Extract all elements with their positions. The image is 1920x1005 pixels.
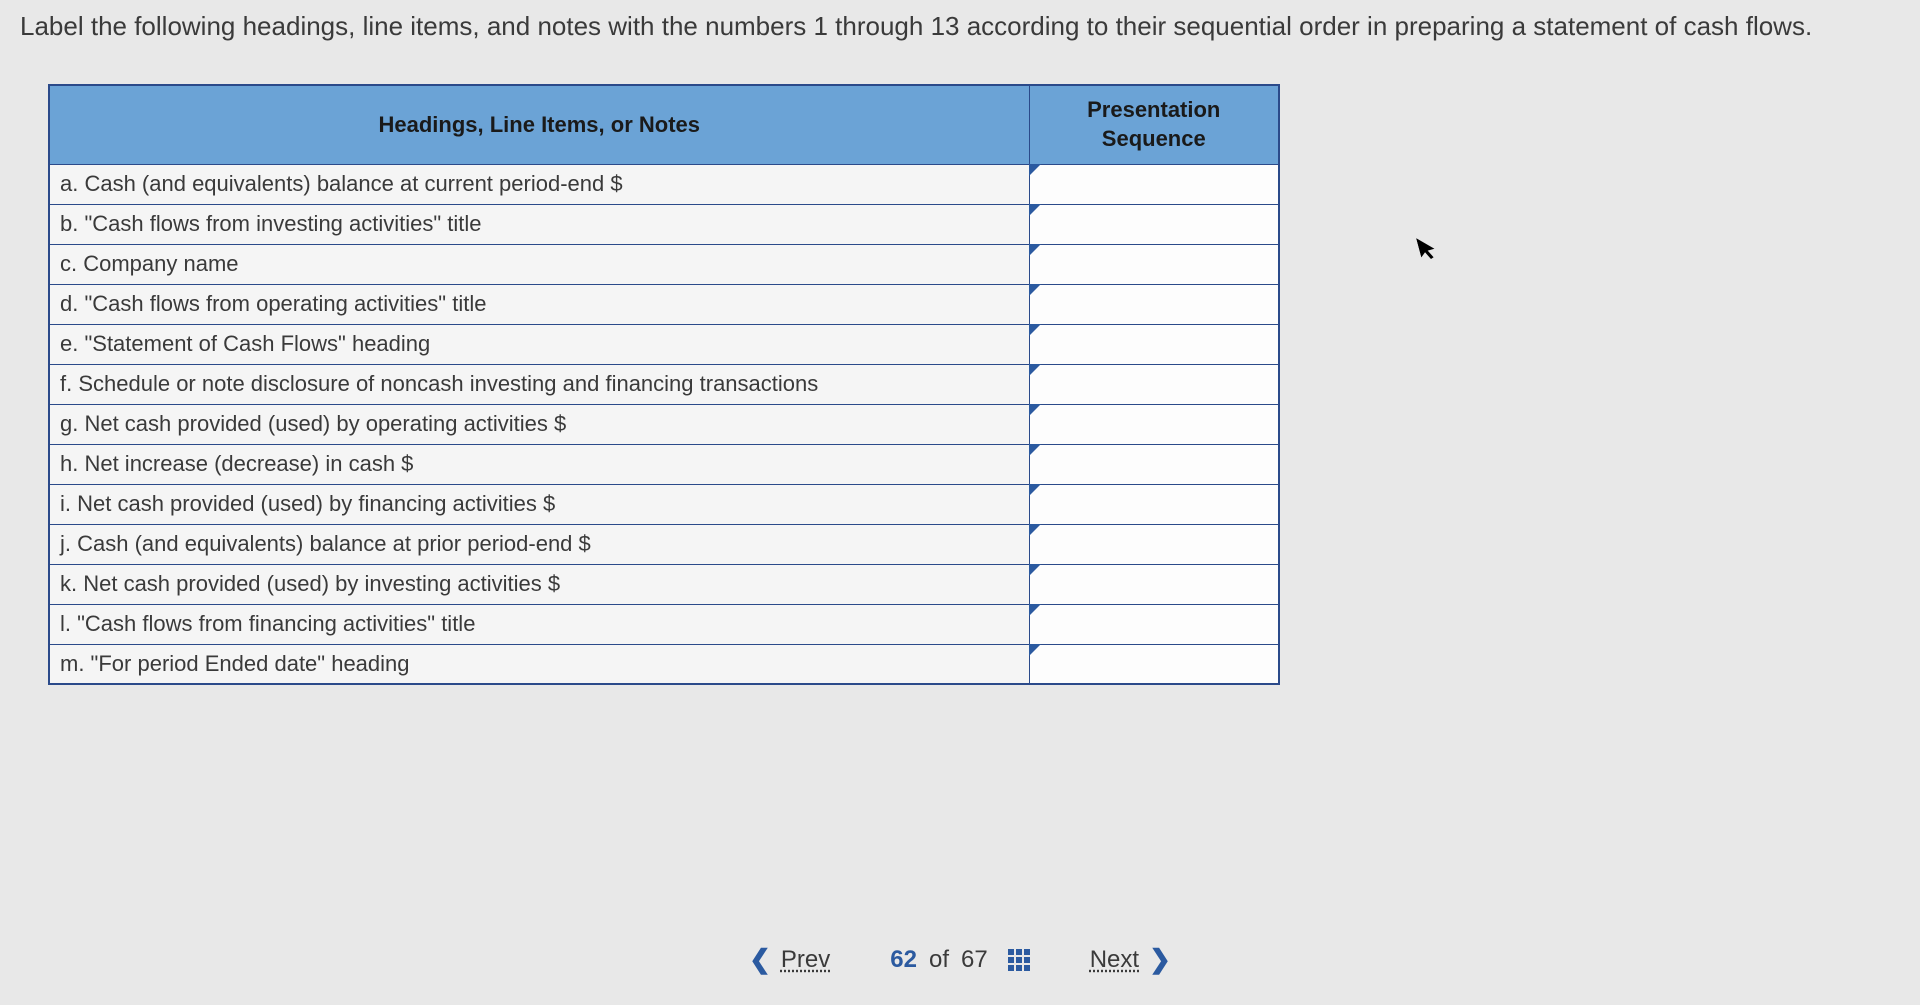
of-label: of xyxy=(929,946,949,974)
sequence-input[interactable] xyxy=(1030,365,1279,404)
sequence-cell[interactable] xyxy=(1029,604,1279,644)
table-row: l. "Cash flows from financing activities… xyxy=(49,604,1279,644)
sequence-cell[interactable] xyxy=(1029,164,1279,204)
total-pages: 67 xyxy=(961,946,988,974)
sequence-cell[interactable] xyxy=(1029,244,1279,284)
table-row: b. "Cash flows from investing activities… xyxy=(49,204,1279,244)
table-row: h. Net increase (decrease) in cash $ xyxy=(49,444,1279,484)
table-row: c. Company name xyxy=(49,244,1279,284)
table-row: d. "Cash flows from operating activities… xyxy=(49,284,1279,324)
sequence-input[interactable] xyxy=(1030,445,1279,484)
sequence-input[interactable] xyxy=(1030,645,1279,684)
row-label: j. Cash (and equivalents) balance at pri… xyxy=(49,524,1029,564)
sequence-table: Headings, Line Items, or Notes Presentat… xyxy=(48,84,1280,685)
sequence-cell[interactable] xyxy=(1029,444,1279,484)
sequence-cell[interactable] xyxy=(1029,564,1279,604)
row-label: d. "Cash flows from operating activities… xyxy=(49,284,1029,324)
page-indicator: 62 of 67 xyxy=(890,946,1029,974)
dropdown-indicator-icon xyxy=(1029,164,1041,176)
row-label: l. "Cash flows from financing activities… xyxy=(49,604,1029,644)
dropdown-indicator-icon xyxy=(1029,564,1041,576)
sequence-cell[interactable] xyxy=(1029,204,1279,244)
dropdown-indicator-icon xyxy=(1029,524,1041,536)
dropdown-indicator-icon xyxy=(1029,364,1041,376)
header-headings: Headings, Line Items, or Notes xyxy=(49,85,1029,164)
table-row: m. "For period Ended date" heading xyxy=(49,644,1279,684)
table-row: g. Net cash provided (used) by operating… xyxy=(49,404,1279,444)
dropdown-indicator-icon xyxy=(1029,204,1041,216)
sequence-cell[interactable] xyxy=(1029,404,1279,444)
sequence-cell[interactable] xyxy=(1029,484,1279,524)
sequence-input[interactable] xyxy=(1030,485,1279,524)
table-row: i. Net cash provided (used) by financing… xyxy=(49,484,1279,524)
prev-label: Prev xyxy=(781,946,830,974)
current-page: 62 xyxy=(890,946,917,974)
sequence-input[interactable] xyxy=(1030,605,1279,644)
table-row: k. Net cash provided (used) by investing… xyxy=(49,564,1279,604)
sequence-input[interactable] xyxy=(1030,285,1279,324)
table-row: e. "Statement of Cash Flows" heading xyxy=(49,324,1279,364)
row-label: h. Net increase (decrease) in cash $ xyxy=(49,444,1029,484)
dropdown-indicator-icon xyxy=(1029,644,1041,656)
table-row: j. Cash (and equivalents) balance at pri… xyxy=(49,524,1279,564)
row-label: m. "For period Ended date" heading xyxy=(49,644,1029,684)
sequence-cell[interactable] xyxy=(1029,524,1279,564)
row-label: f. Schedule or note disclosure of noncas… xyxy=(49,364,1029,404)
dropdown-indicator-icon xyxy=(1029,284,1041,296)
grid-icon[interactable] xyxy=(1008,949,1030,971)
sequence-input[interactable] xyxy=(1030,205,1279,244)
sequence-cell[interactable] xyxy=(1029,284,1279,324)
sequence-cell[interactable] xyxy=(1029,644,1279,684)
sequence-cell[interactable] xyxy=(1029,324,1279,364)
sequence-input[interactable] xyxy=(1030,245,1279,284)
row-label: b. "Cash flows from investing activities… xyxy=(49,204,1029,244)
table-row: f. Schedule or note disclosure of noncas… xyxy=(49,364,1279,404)
table-container: Headings, Line Items, or Notes Presentat… xyxy=(48,84,1920,685)
row-label: g. Net cash provided (used) by operating… xyxy=(49,404,1029,444)
sequence-input[interactable] xyxy=(1030,165,1279,204)
prev-button[interactable]: ❮ Prev xyxy=(749,944,830,975)
chevron-left-icon: ❮ xyxy=(749,944,771,975)
navigation-bar: ❮ Prev 62 of 67 Next ❯ xyxy=(0,944,1920,975)
instruction-text: Label the following headings, line items… xyxy=(0,0,1920,44)
dropdown-indicator-icon xyxy=(1029,324,1041,336)
sequence-input[interactable] xyxy=(1030,325,1279,364)
row-label: a. Cash (and equivalents) balance at cur… xyxy=(49,164,1029,204)
row-label: k. Net cash provided (used) by investing… xyxy=(49,564,1029,604)
dropdown-indicator-icon xyxy=(1029,404,1041,416)
sequence-input[interactable] xyxy=(1030,565,1279,604)
sequence-input[interactable] xyxy=(1030,525,1279,564)
dropdown-indicator-icon xyxy=(1029,244,1041,256)
dropdown-indicator-icon xyxy=(1029,484,1041,496)
sequence-cell[interactable] xyxy=(1029,364,1279,404)
next-button[interactable]: Next ❯ xyxy=(1090,944,1171,975)
next-label: Next xyxy=(1090,946,1139,974)
row-label: c. Company name xyxy=(49,244,1029,284)
sequence-input[interactable] xyxy=(1030,405,1279,444)
row-label: i. Net cash provided (used) by financing… xyxy=(49,484,1029,524)
dropdown-indicator-icon xyxy=(1029,604,1041,616)
row-label: e. "Statement of Cash Flows" heading xyxy=(49,324,1029,364)
chevron-right-icon: ❯ xyxy=(1149,944,1171,975)
table-row: a. Cash (and equivalents) balance at cur… xyxy=(49,164,1279,204)
header-sequence: Presentation Sequence xyxy=(1029,85,1279,164)
dropdown-indicator-icon xyxy=(1029,444,1041,456)
